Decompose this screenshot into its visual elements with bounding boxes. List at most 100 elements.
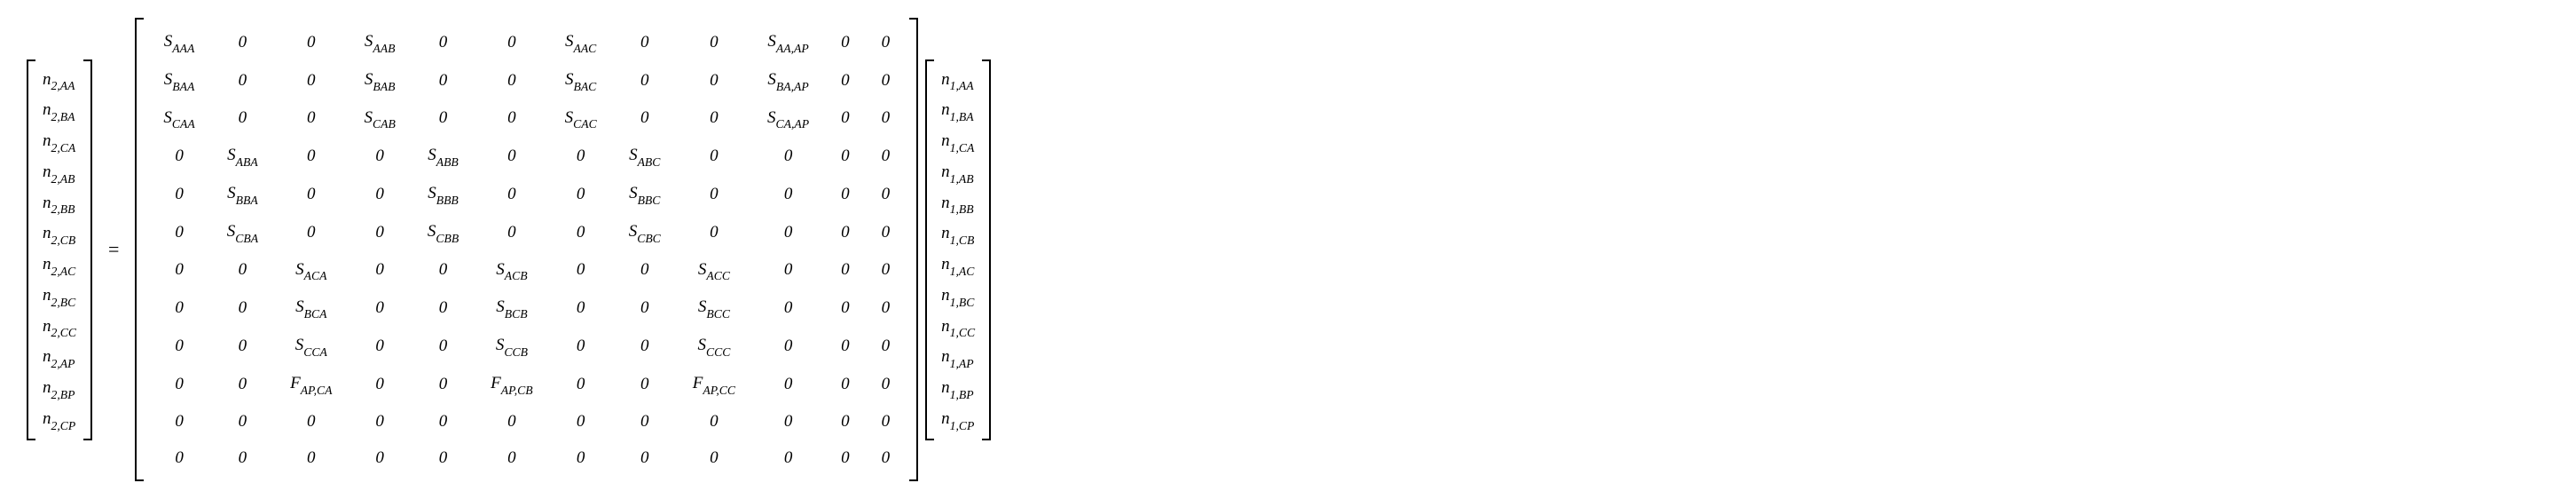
lhs-entry: n2,CA bbox=[43, 126, 76, 157]
matrix-cell: SBAC bbox=[549, 61, 613, 99]
matrix-cell: SCCC bbox=[677, 327, 751, 365]
matrix-cell: 0 bbox=[147, 440, 210, 476]
matrix-cell: 0 bbox=[751, 175, 825, 213]
matrix-cell: 0 bbox=[211, 403, 274, 440]
matrix-cell: 0 bbox=[274, 440, 348, 476]
lhs-vector: n2,AAn2,BAn2,CAn2,ABn2,BBn2,CBn2,ACn2,BC… bbox=[27, 59, 92, 440]
lhs-entry: n2,CC bbox=[43, 312, 76, 343]
matrix-cell: 0 bbox=[211, 61, 274, 99]
matrix-cell: 0 bbox=[274, 403, 348, 440]
matrix-cell: 0 bbox=[412, 23, 475, 61]
matrix-cell: 0 bbox=[825, 99, 866, 138]
matrix-cell: 0 bbox=[147, 175, 210, 213]
matrix-cell: 0 bbox=[613, 251, 677, 289]
matrix-cell: 0 bbox=[677, 99, 751, 138]
bracket-left-icon bbox=[135, 18, 144, 481]
matrix-cell: 0 bbox=[613, 403, 677, 440]
matrix-cell: 0 bbox=[412, 365, 475, 403]
matrix-cell: 0 bbox=[677, 403, 751, 440]
matrix-cell: 0 bbox=[825, 213, 866, 251]
matrix-cell: SAA,AP bbox=[751, 23, 825, 61]
matrix-cell: SAAC bbox=[549, 23, 613, 61]
matrix-cell: SBCA bbox=[274, 289, 348, 327]
matrix-row: 00SACA00SACB00SACC000 bbox=[147, 251, 906, 289]
matrix-cell: 0 bbox=[549, 251, 613, 289]
lhs-entry: n2,BA bbox=[43, 95, 76, 126]
matrix-cell: 0 bbox=[677, 137, 751, 175]
matrix-cell: 0 bbox=[549, 213, 613, 251]
bracket-right-icon bbox=[83, 59, 92, 440]
lhs-entry: n2,CP bbox=[43, 404, 76, 435]
matrix-cell: 0 bbox=[274, 137, 348, 175]
rhs-entry: n1,AP bbox=[941, 342, 975, 373]
lhs-entry: n2,BP bbox=[43, 373, 76, 404]
matrix-cell: 0 bbox=[475, 61, 548, 99]
matrix-cell: 0 bbox=[349, 251, 412, 289]
matrix-cell: 0 bbox=[825, 365, 866, 403]
matrix-cell: 0 bbox=[613, 61, 677, 99]
rhs-entry: n1,CP bbox=[941, 404, 975, 435]
bracket-right-icon bbox=[909, 18, 918, 481]
matrix-cell: 0 bbox=[211, 99, 274, 138]
bracket-left-icon bbox=[925, 59, 934, 440]
matrix-row: 0SBBA00SBBB00SBBC0000 bbox=[147, 175, 906, 213]
matrix-cell: SACC bbox=[677, 251, 751, 289]
matrix-cell: 0 bbox=[475, 403, 548, 440]
matrix-cell: SABA bbox=[211, 137, 274, 175]
matrix-cell: SBBB bbox=[412, 175, 475, 213]
matrix-cell: 0 bbox=[412, 289, 475, 327]
matrix-cell: SCBA bbox=[211, 213, 274, 251]
matrix-cell: 0 bbox=[211, 251, 274, 289]
matrix-cell: 0 bbox=[751, 365, 825, 403]
rhs-entry: n1,BB bbox=[941, 188, 975, 219]
matrix-cell: 0 bbox=[613, 23, 677, 61]
matrix-cell: 0 bbox=[866, 365, 907, 403]
matrix-equation: n2,AAn2,BAn2,CAn2,ABn2,BBn2,CBn2,ACn2,BC… bbox=[27, 18, 2549, 481]
matrix-row: SAAA00SAAB00SAAC00SAA,AP00 bbox=[147, 23, 906, 61]
matrix-cell: SCAC bbox=[549, 99, 613, 138]
matrix-cell: 0 bbox=[147, 213, 210, 251]
bracket-left-icon bbox=[27, 59, 35, 440]
rhs-entry: n1,CC bbox=[941, 312, 975, 343]
lhs-entry: n2,BC bbox=[43, 281, 76, 312]
matrix-row: 0SABA00SABB00SABC0000 bbox=[147, 137, 906, 175]
matrix-cell: 0 bbox=[866, 61, 907, 99]
matrix-cell: 0 bbox=[866, 213, 907, 251]
matrix-cell: 0 bbox=[211, 327, 274, 365]
matrix-cell: 0 bbox=[677, 175, 751, 213]
rhs-entry: n1,CB bbox=[941, 218, 975, 250]
matrix-cell: 0 bbox=[412, 327, 475, 365]
matrix-row: 000000000000 bbox=[147, 440, 906, 476]
matrix-cell: 0 bbox=[751, 289, 825, 327]
matrix-cell: 0 bbox=[751, 327, 825, 365]
matrix-row: SBAA00SBAB00SBAC00SBA,AP00 bbox=[147, 61, 906, 99]
matrix-cell: SCA,AP bbox=[751, 99, 825, 138]
matrix-cell: 0 bbox=[211, 440, 274, 476]
matrix-cell: 0 bbox=[613, 99, 677, 138]
matrix-cell: SCBB bbox=[412, 213, 475, 251]
matrix-cell: 0 bbox=[147, 403, 210, 440]
matrix-cell: 0 bbox=[349, 213, 412, 251]
matrix-cell: FAP,CA bbox=[274, 365, 348, 403]
matrix-cell: 0 bbox=[349, 403, 412, 440]
lhs-entry: n2,AP bbox=[43, 342, 76, 373]
matrix-cell: 0 bbox=[613, 365, 677, 403]
equals-sign: = bbox=[99, 238, 128, 261]
rhs-entry: n1,AA bbox=[941, 65, 975, 96]
matrix-cell: 0 bbox=[866, 99, 907, 138]
matrix-cell: SBCC bbox=[677, 289, 751, 327]
matrix-cell: 0 bbox=[274, 175, 348, 213]
matrix-cell: 0 bbox=[549, 327, 613, 365]
matrix-cell: 0 bbox=[475, 213, 548, 251]
matrix-cell: 0 bbox=[825, 61, 866, 99]
rhs-entry: n1,BA bbox=[941, 95, 975, 126]
matrix-cell: SCCA bbox=[274, 327, 348, 365]
matrix-cell: 0 bbox=[866, 440, 907, 476]
matrix-row: 000000000000 bbox=[147, 403, 906, 440]
matrix-cell: 0 bbox=[549, 137, 613, 175]
matrix-cell: 0 bbox=[349, 289, 412, 327]
lhs-entry: n2,BB bbox=[43, 188, 76, 219]
matrix-cell: SBBA bbox=[211, 175, 274, 213]
matrix-cell: 0 bbox=[751, 251, 825, 289]
matrix-cell: 0 bbox=[825, 403, 866, 440]
